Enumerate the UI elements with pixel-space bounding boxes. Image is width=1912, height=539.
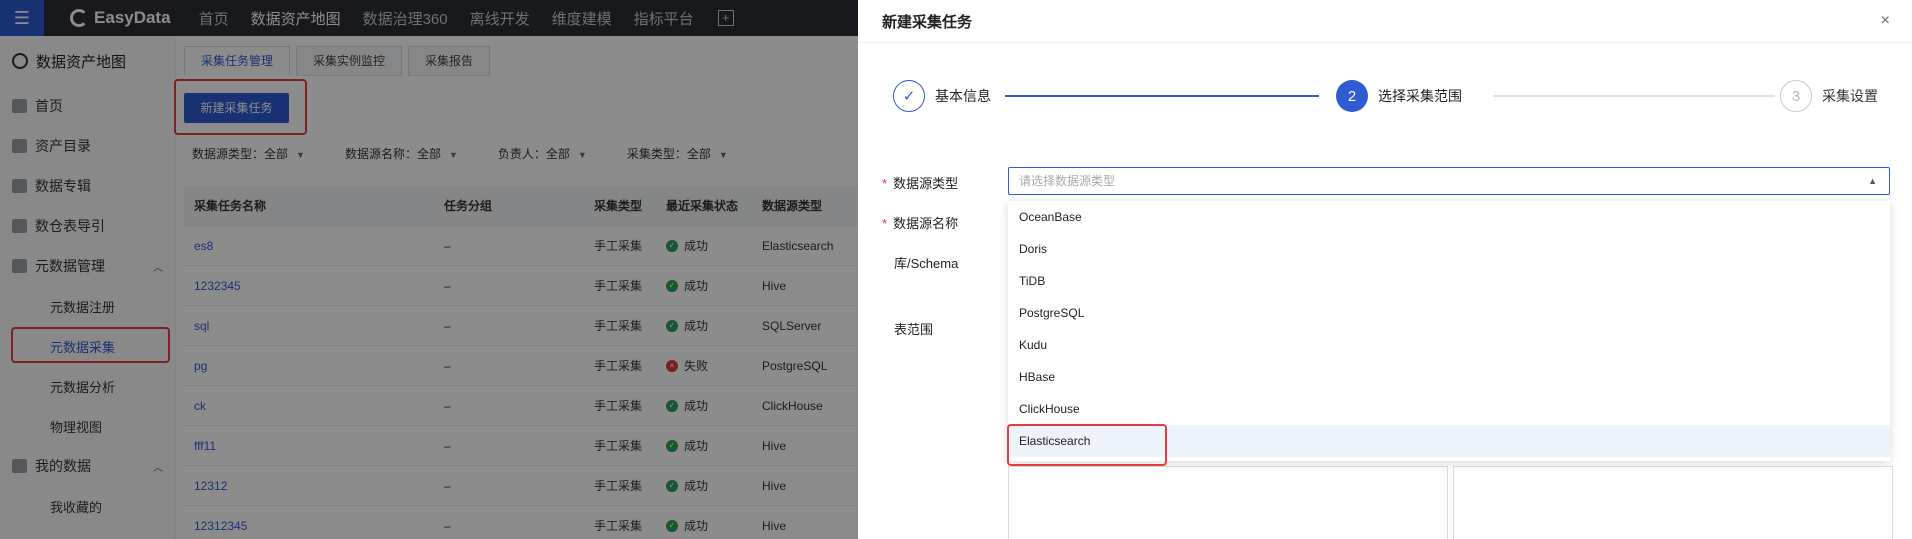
close-icon[interactable]: ×	[1881, 12, 1890, 30]
option-hbase[interactable]: HBase	[1008, 361, 1890, 393]
check-icon: ✓	[893, 80, 925, 112]
step-connector	[1005, 95, 1319, 97]
step-number: 3	[1780, 80, 1812, 112]
step-settings: 3 采集设置	[1780, 80, 1878, 112]
drawer-title: 新建采集任务	[882, 13, 973, 31]
step-basic-info: ✓ 基本信息	[893, 80, 991, 112]
schema-label: 库/Schema	[894, 256, 959, 271]
step-label: 基本信息	[935, 88, 991, 104]
new-task-drawer: 新建采集任务 × ✓ 基本信息 2 选择采集范围 3 采集设置 * 数据源类型 *…	[858, 0, 1912, 539]
ds-type-dropdown: OceanBase Doris TiDB PostgreSQL Kudu HBa…	[1008, 201, 1890, 461]
annotation-box	[1007, 424, 1167, 466]
option-oceanbase[interactable]: OceanBase	[1008, 201, 1890, 233]
schema-panel-right	[1453, 466, 1893, 539]
option-kudu[interactable]: Kudu	[1008, 329, 1890, 361]
option-tidb[interactable]: TiDB	[1008, 265, 1890, 297]
step-select-scope: 2 选择采集范围	[1336, 80, 1462, 112]
modal-overlay[interactable]	[0, 0, 858, 539]
option-doris[interactable]: Doris	[1008, 233, 1890, 265]
label-text: 数据源类型	[893, 176, 959, 191]
schema-panel-left	[1008, 466, 1448, 539]
caret-up-icon: ▲	[1868, 176, 1877, 186]
step-label: 采集设置	[1822, 88, 1878, 104]
drawer-header: 新建采集任务 ×	[858, 0, 1912, 43]
option-postgresql[interactable]: PostgreSQL	[1008, 297, 1890, 329]
ds-type-select[interactable]: 请选择数据源类型 ▲	[1008, 167, 1890, 195]
select-placeholder: 请选择数据源类型	[1019, 174, 1116, 188]
ds-name-label: * 数据源名称	[882, 216, 959, 231]
ds-type-label: * 数据源类型	[882, 176, 959, 191]
label-text: 数据源名称	[893, 216, 959, 231]
step-connector	[1493, 95, 1775, 97]
step-number: 2	[1336, 80, 1368, 112]
step-label: 选择采集范围	[1378, 88, 1462, 104]
stepper: ✓ 基本信息 2 选择采集范围 3 采集设置	[893, 80, 1893, 112]
option-clickhouse[interactable]: ClickHouse	[1008, 393, 1890, 425]
table-range-label: 表范围	[894, 322, 934, 337]
